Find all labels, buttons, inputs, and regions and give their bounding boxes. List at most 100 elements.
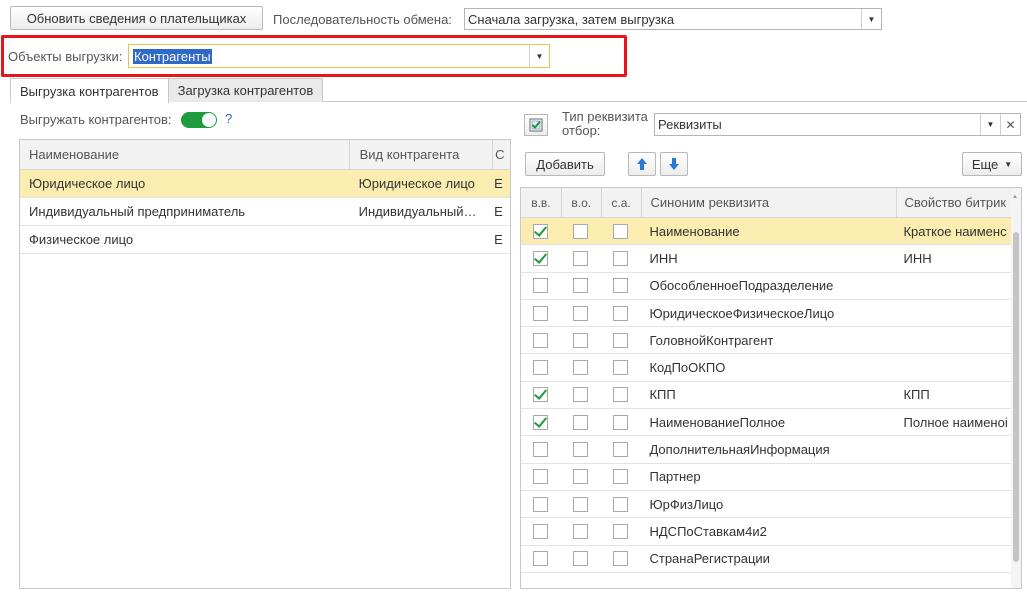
table-row[interactable]: НаименованиеПолное Полное наименоі [521, 409, 1021, 437]
vo-checkbox[interactable] [573, 442, 589, 458]
table-row[interactable]: ДополнительнаяИнформация [521, 436, 1021, 464]
vv-checkbox[interactable] [533, 387, 549, 403]
sequence-select[interactable]: Сначала загрузка, затем выгрузка ▼ [464, 8, 882, 30]
cell-vv [521, 546, 561, 572]
vv-checkbox[interactable] [533, 469, 549, 485]
column-vv[interactable]: в.в. [521, 188, 561, 217]
sa-checkbox[interactable] [613, 305, 629, 321]
cell-vo [561, 464, 601, 490]
arrow-up-icon [637, 158, 647, 170]
sa-checkbox[interactable] [613, 496, 629, 512]
table-row[interactable]: Наименование Краткое наименс [521, 218, 1021, 246]
vv-checkbox[interactable] [533, 523, 549, 539]
vv-checkbox[interactable] [533, 442, 549, 458]
help-icon[interactable]: ? [225, 111, 232, 126]
export-toggle[interactable] [181, 112, 217, 128]
sa-checkbox[interactable] [613, 278, 629, 294]
vv-checkbox[interactable] [533, 250, 549, 266]
sa-checkbox[interactable] [613, 360, 629, 376]
cell-vv [521, 464, 561, 490]
column-sa[interactable]: с.а. [600, 188, 641, 217]
vo-checkbox[interactable] [573, 414, 589, 430]
table-row[interactable]: Физическое лицо Е [20, 226, 510, 254]
tab-export-counterparties[interactable]: Выгрузка контрагентов [10, 78, 169, 103]
sa-checkbox[interactable] [613, 551, 629, 567]
more-button[interactable]: Еще ▼ [962, 152, 1022, 176]
vo-checkbox[interactable] [573, 387, 589, 403]
cell-vo [561, 491, 601, 517]
vo-checkbox[interactable] [573, 496, 589, 512]
sa-checkbox[interactable] [613, 223, 629, 239]
table-row[interactable]: ЮридическоеФизическоеЛицо [521, 300, 1021, 328]
column-extra[interactable]: С [492, 140, 510, 169]
table-row[interactable]: КПП КПП [521, 382, 1021, 410]
vv-checkbox[interactable] [533, 414, 549, 430]
cell-sa [601, 382, 641, 408]
sa-checkbox[interactable] [613, 250, 629, 266]
vo-checkbox[interactable] [573, 551, 589, 567]
cell-property [895, 354, 1021, 380]
sa-checkbox[interactable] [613, 414, 629, 430]
clear-icon[interactable]: ✕ [1000, 114, 1020, 135]
cell-sa [601, 546, 641, 572]
table-row[interactable]: СтранаРегистрации [521, 546, 1021, 573]
chevron-down-icon[interactable]: ▼ [861, 9, 881, 29]
table-row[interactable]: ЮрФизЛицо [521, 491, 1021, 519]
vo-checkbox[interactable] [573, 469, 589, 485]
vv-checkbox[interactable] [533, 496, 549, 512]
cell-synonym: Партнер [649, 469, 701, 485]
vv-checkbox[interactable] [533, 223, 549, 239]
sa-checkbox[interactable] [613, 332, 629, 348]
column-vo[interactable]: в.о. [560, 188, 601, 217]
cell-vv [521, 273, 561, 299]
arrow-down-icon [669, 158, 679, 170]
vo-checkbox[interactable] [573, 223, 589, 239]
column-property[interactable]: Свойство битрик [895, 188, 1022, 217]
vo-checkbox[interactable] [573, 278, 589, 294]
sa-checkbox[interactable] [613, 387, 629, 403]
vo-checkbox[interactable] [573, 250, 589, 266]
table-row[interactable]: ИНН ИНН [521, 245, 1021, 273]
column-kind[interactable]: Вид контрагента [348, 140, 492, 169]
cell-vo [561, 300, 601, 326]
column-synonym[interactable]: Синоним реквизита [640, 188, 896, 217]
move-up-button[interactable] [628, 152, 656, 176]
table-row[interactable]: Партнер [521, 464, 1021, 491]
table-header: Наименование Вид контрагента С [20, 140, 510, 170]
vv-checkbox[interactable] [533, 305, 549, 321]
table-row[interactable]: ГоловнойКонтрагент [521, 327, 1021, 355]
tab-import-counterparties[interactable]: Загрузка контрагентов [167, 78, 324, 102]
cell-sa [601, 409, 641, 435]
cell-synonym: ИНН [649, 250, 678, 266]
cell-name: Индивидуальный предприниматель [29, 204, 246, 219]
sa-checkbox[interactable] [613, 523, 629, 539]
vo-checkbox[interactable] [573, 332, 589, 348]
vo-checkbox[interactable] [573, 523, 589, 539]
vv-checkbox[interactable] [533, 551, 549, 567]
table-row[interactable]: Юридическое лицо Юридическое лицо Е [20, 170, 510, 198]
sa-checkbox[interactable] [613, 442, 629, 458]
scroll-up-icon[interactable]: ▲ [1012, 194, 1018, 200]
table-row[interactable]: ОбособленноеПодразделение [521, 273, 1021, 300]
move-down-button[interactable] [660, 152, 688, 176]
refresh-payers-button[interactable]: Обновить сведения о плательщиках [10, 6, 263, 30]
add-button[interactable]: Добавить [525, 152, 605, 176]
vv-checkbox[interactable] [533, 360, 549, 376]
table-row[interactable]: НДСПоСтавкам4и2 [521, 518, 1021, 546]
sa-checkbox[interactable] [613, 469, 629, 485]
vv-checkbox[interactable] [533, 332, 549, 348]
scrollbar-thumb[interactable] [1013, 232, 1019, 562]
cell-synonym: ОбособленноеПодразделение [649, 278, 834, 294]
add-button-label: Добавить [536, 156, 594, 172]
cell-vo [561, 518, 601, 544]
chevron-down-icon[interactable]: ▼ [980, 114, 1000, 135]
table-row[interactable]: КодПоОКПО [521, 354, 1021, 382]
attribute-type-select[interactable]: Реквизиты ▼ ✕ [654, 113, 1021, 136]
scrollbar[interactable]: ▲ [1011, 188, 1021, 588]
vo-checkbox[interactable] [573, 360, 589, 376]
column-name[interactable]: Наименование [20, 147, 349, 162]
check-all-button[interactable] [524, 114, 548, 136]
vo-checkbox[interactable] [573, 305, 589, 321]
table-row[interactable]: Индивидуальный предприниматель Индивидуал… [20, 198, 510, 226]
vv-checkbox[interactable] [533, 278, 549, 294]
